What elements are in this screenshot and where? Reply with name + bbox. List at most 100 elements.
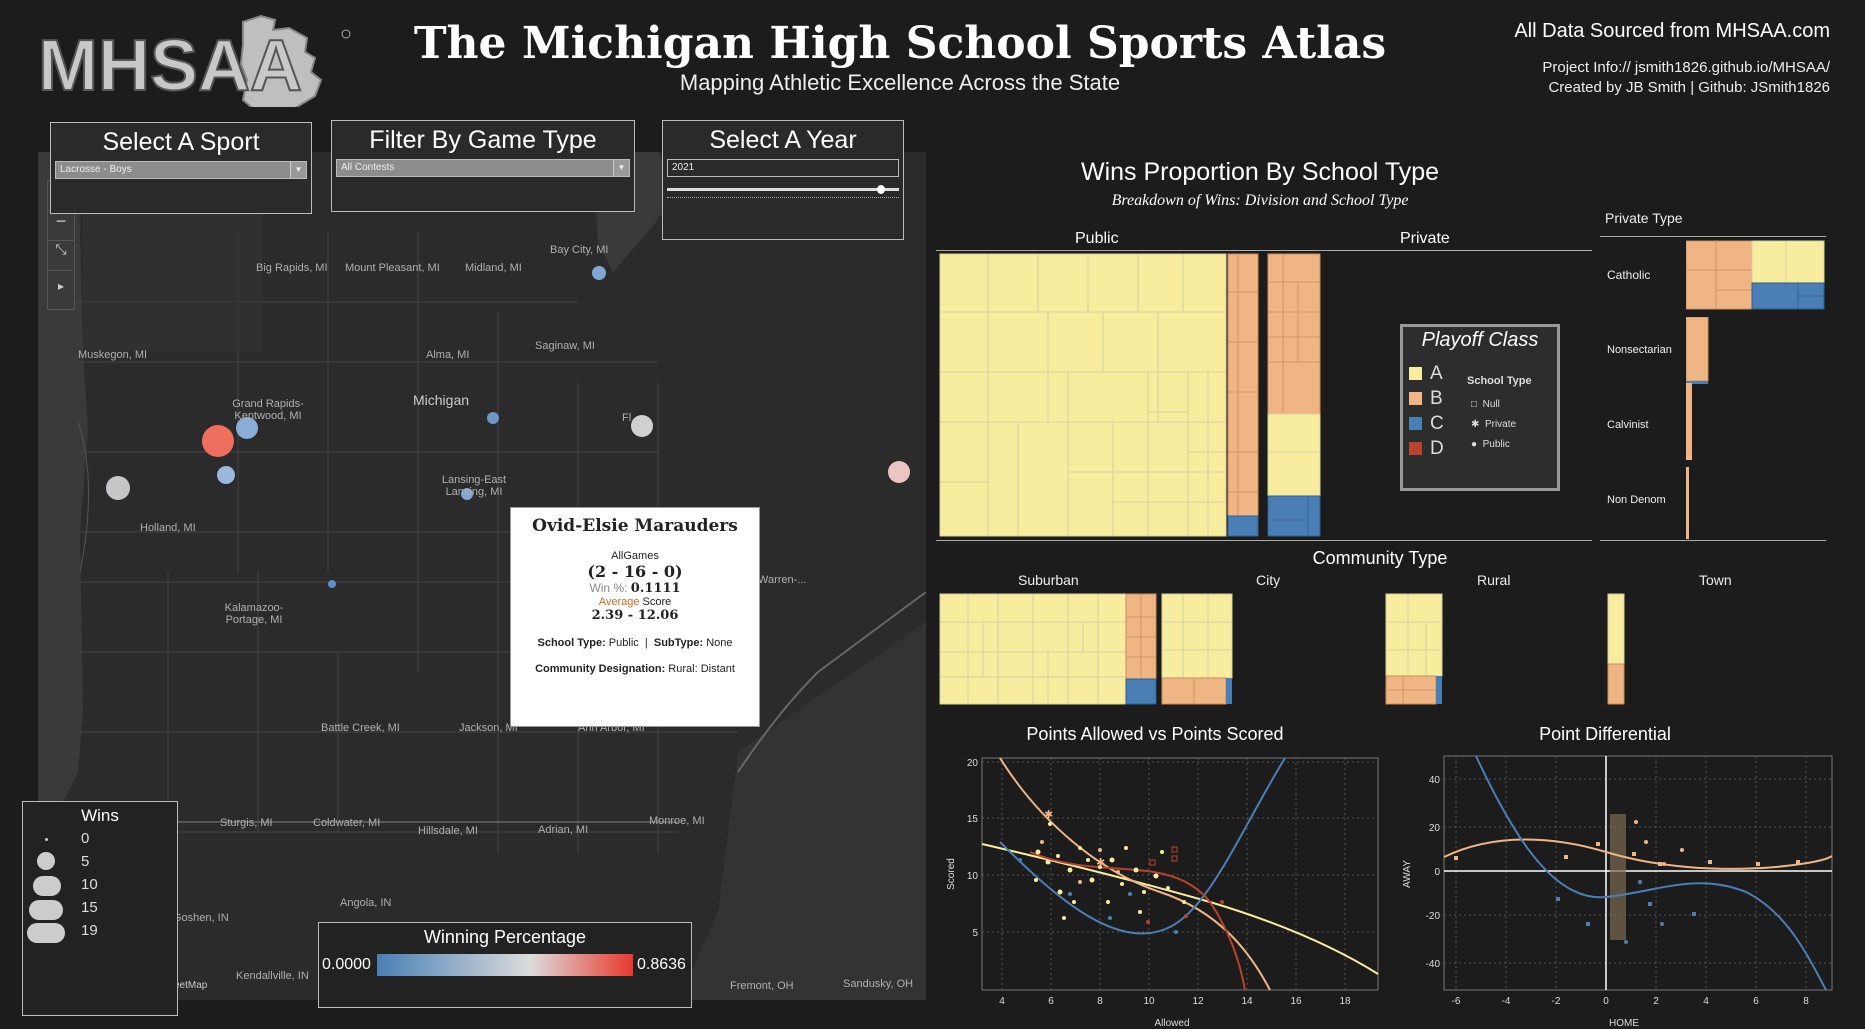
- sport-select[interactable]: Lacrosse - Boys ▼: [55, 161, 307, 179]
- chevron-down-icon[interactable]: ▼: [613, 160, 629, 176]
- city-label: Alma, MI: [426, 349, 470, 361]
- playoff-class-legend: Playoff Class A B C D School Type □ Null…: [1400, 324, 1560, 491]
- city-label: Sturgis, MI: [220, 817, 273, 829]
- svg-text:MHSAA: MHSAA: [38, 26, 302, 106]
- private-type-nondenom-bar[interactable]: [1686, 467, 1689, 539]
- scatter1-title: Points Allowed vs Points Scored: [1026, 724, 1284, 744]
- city-label: Hillsdale, MI: [418, 825, 478, 837]
- class-d-swatch: [1409, 442, 1422, 455]
- tooltip-winpct-label: Win %:: [589, 581, 628, 595]
- scatter1-ytick: 20: [967, 758, 979, 769]
- tooltip-winpct: 0.1111: [630, 581, 681, 596]
- project-credits: Project Info:// jsmith1826.github.io/MHS…: [1420, 58, 1830, 98]
- treemap-block-private-a[interactable]: [1267, 413, 1321, 497]
- scatter2-xlabel: HOME: [1609, 1018, 1639, 1029]
- divider: [1600, 540, 1826, 541]
- class-legend-item[interactable]: C: [1409, 411, 1444, 436]
- wins-legend-label: 15: [81, 899, 98, 916]
- private-type-label: Calvinist: [1607, 419, 1649, 431]
- tooltip-score-label: Score: [642, 596, 672, 608]
- scatter1-xtick: 14: [1241, 996, 1253, 1007]
- private-type-label: Non Denom: [1607, 494, 1666, 506]
- year-slider-handle[interactable]: [877, 185, 885, 194]
- private-type-calvinist-bar[interactable]: [1686, 383, 1692, 460]
- project-info-link[interactable]: Project Info:// jsmith1826.github.io/MHS…: [1420, 58, 1830, 78]
- mhsaa-logo: MHSAA: [37, 12, 358, 112]
- city-label: Muskegon, MI: [78, 349, 148, 361]
- winpct-legend-min: 0.0000: [322, 956, 371, 973]
- class-legend-title: Playoff Class: [1421, 329, 1539, 351]
- winning-percentage-legend: Winning Percentage 0.0000 0.8636: [318, 922, 692, 1008]
- city-label: Mount Pleasant, MI: [345, 262, 440, 274]
- city-label: Coldwater, MI: [313, 817, 381, 829]
- wins-legend-label: 0: [81, 830, 90, 847]
- scatter2-ytick: 0: [1434, 867, 1440, 878]
- scatter1-ytick: 5: [972, 928, 978, 939]
- private-type-title: Private Type: [1605, 210, 1683, 226]
- community-type-treemap[interactable]: [938, 592, 1638, 706]
- city-label: Bay City, MI: [550, 244, 609, 256]
- points-scatter-plot[interactable]: 4 6 8 10 12 14 16 18 Allowed 20 15 10 5 …: [940, 752, 1380, 1029]
- city-label: Saginaw, MI: [535, 340, 595, 352]
- community-label: Suburban: [1018, 572, 1079, 588]
- class-legend-item[interactable]: A: [1409, 361, 1444, 386]
- chevron-down-icon[interactable]: ▼: [290, 162, 306, 178]
- zoom-out-button[interactable]: −: [48, 211, 74, 241]
- year-input[interactable]: 2021: [667, 159, 899, 177]
- year-slider[interactable]: [667, 185, 899, 199]
- private-type-nonsectarian-bar[interactable]: [1686, 317, 1710, 385]
- treemap-block-public-b[interactable]: [1227, 253, 1259, 517]
- treemap-block-public-c[interactable]: [1227, 515, 1259, 537]
- tooltip-community: Rural: Distant: [668, 663, 735, 675]
- city-label: Monroe, MI: [649, 815, 705, 827]
- tooltip-community-label: Community Designation:: [535, 663, 666, 675]
- point-differential-plot[interactable]: -6 -4 -2 0 2 4 6 8 HOME 40 20 0 -20 -40 …: [1396, 752, 1836, 1029]
- school-type-public-item[interactable]: ● Public: [1471, 435, 1516, 455]
- school-type-private-item[interactable]: ✱ Private: [1471, 415, 1516, 435]
- tooltip-avg-score: 2.39 - 12.06: [591, 608, 679, 623]
- sport-select-value: Lacrosse - Boys: [60, 164, 132, 175]
- community-label: City: [1256, 572, 1281, 588]
- private-type-catholic-treemap[interactable]: [1686, 240, 1826, 310]
- circle-icon: ●: [1471, 439, 1478, 450]
- school-type-null-item[interactable]: □ Null: [1471, 395, 1516, 415]
- scatter2-xtick: 8: [1803, 996, 1809, 1007]
- scatter1-xtick: 12: [1192, 996, 1204, 1007]
- class-legend-item[interactable]: B: [1409, 386, 1444, 411]
- winpct-gradient-bar: [377, 954, 633, 976]
- wins-legend-marker: [37, 852, 55, 870]
- tooltip-games-label: AllGames: [611, 550, 659, 562]
- scatter2-xtick: 4: [1703, 996, 1709, 1007]
- game-type-select[interactable]: All Contests ▼: [336, 159, 630, 177]
- public-label: Public: [1075, 230, 1119, 247]
- scatter1-ytick: 10: [967, 871, 979, 882]
- wins-legend-label: 5: [81, 853, 90, 870]
- city-label: Grand Rapids-Kentwood, MI: [232, 398, 304, 422]
- treemap-block-private-c[interactable]: [1267, 495, 1321, 537]
- divider: [1600, 236, 1826, 237]
- city-label: Goshen, IN: [173, 912, 229, 924]
- credits-text: Created by JB Smith | Github: JSmith1826: [1548, 79, 1830, 96]
- tooltip-school-type: Public: [608, 637, 639, 649]
- expand-toolbar-icon[interactable]: ▸: [48, 271, 74, 301]
- scatter2-ytick: 40: [1429, 775, 1441, 786]
- school-type-legend-title: School Type: [1467, 375, 1532, 387]
- scatter2-ylabel: AWAY: [1402, 860, 1413, 888]
- class-legend-item[interactable]: D: [1409, 436, 1444, 461]
- sport-filter-title: Select A Sport: [102, 128, 260, 156]
- square-icon: □: [1471, 399, 1478, 410]
- asterisk-icon: ✱: [1471, 419, 1480, 430]
- school-type-treemap[interactable]: [938, 252, 1328, 538]
- scatter1-xtick: 6: [1048, 996, 1054, 1007]
- scatter1-xtick: 16: [1290, 996, 1302, 1007]
- reset-map-icon[interactable]: ⤡: [48, 241, 74, 271]
- svg-text:✱: ✱: [1096, 857, 1105, 869]
- page-title: The Michigan High School Sports Atlas: [413, 18, 1387, 69]
- tooltip-subtype-label: SubType:: [653, 637, 704, 649]
- state-label: Michigan: [413, 392, 470, 408]
- treemap-block-private-b[interactable]: [1267, 253, 1321, 415]
- scatter2-ytick: -40: [1426, 959, 1441, 970]
- year-filter-panel: Select A Year 2021: [662, 120, 904, 240]
- class-a-swatch: [1409, 367, 1422, 380]
- wins-legend-label: 19: [81, 922, 98, 939]
